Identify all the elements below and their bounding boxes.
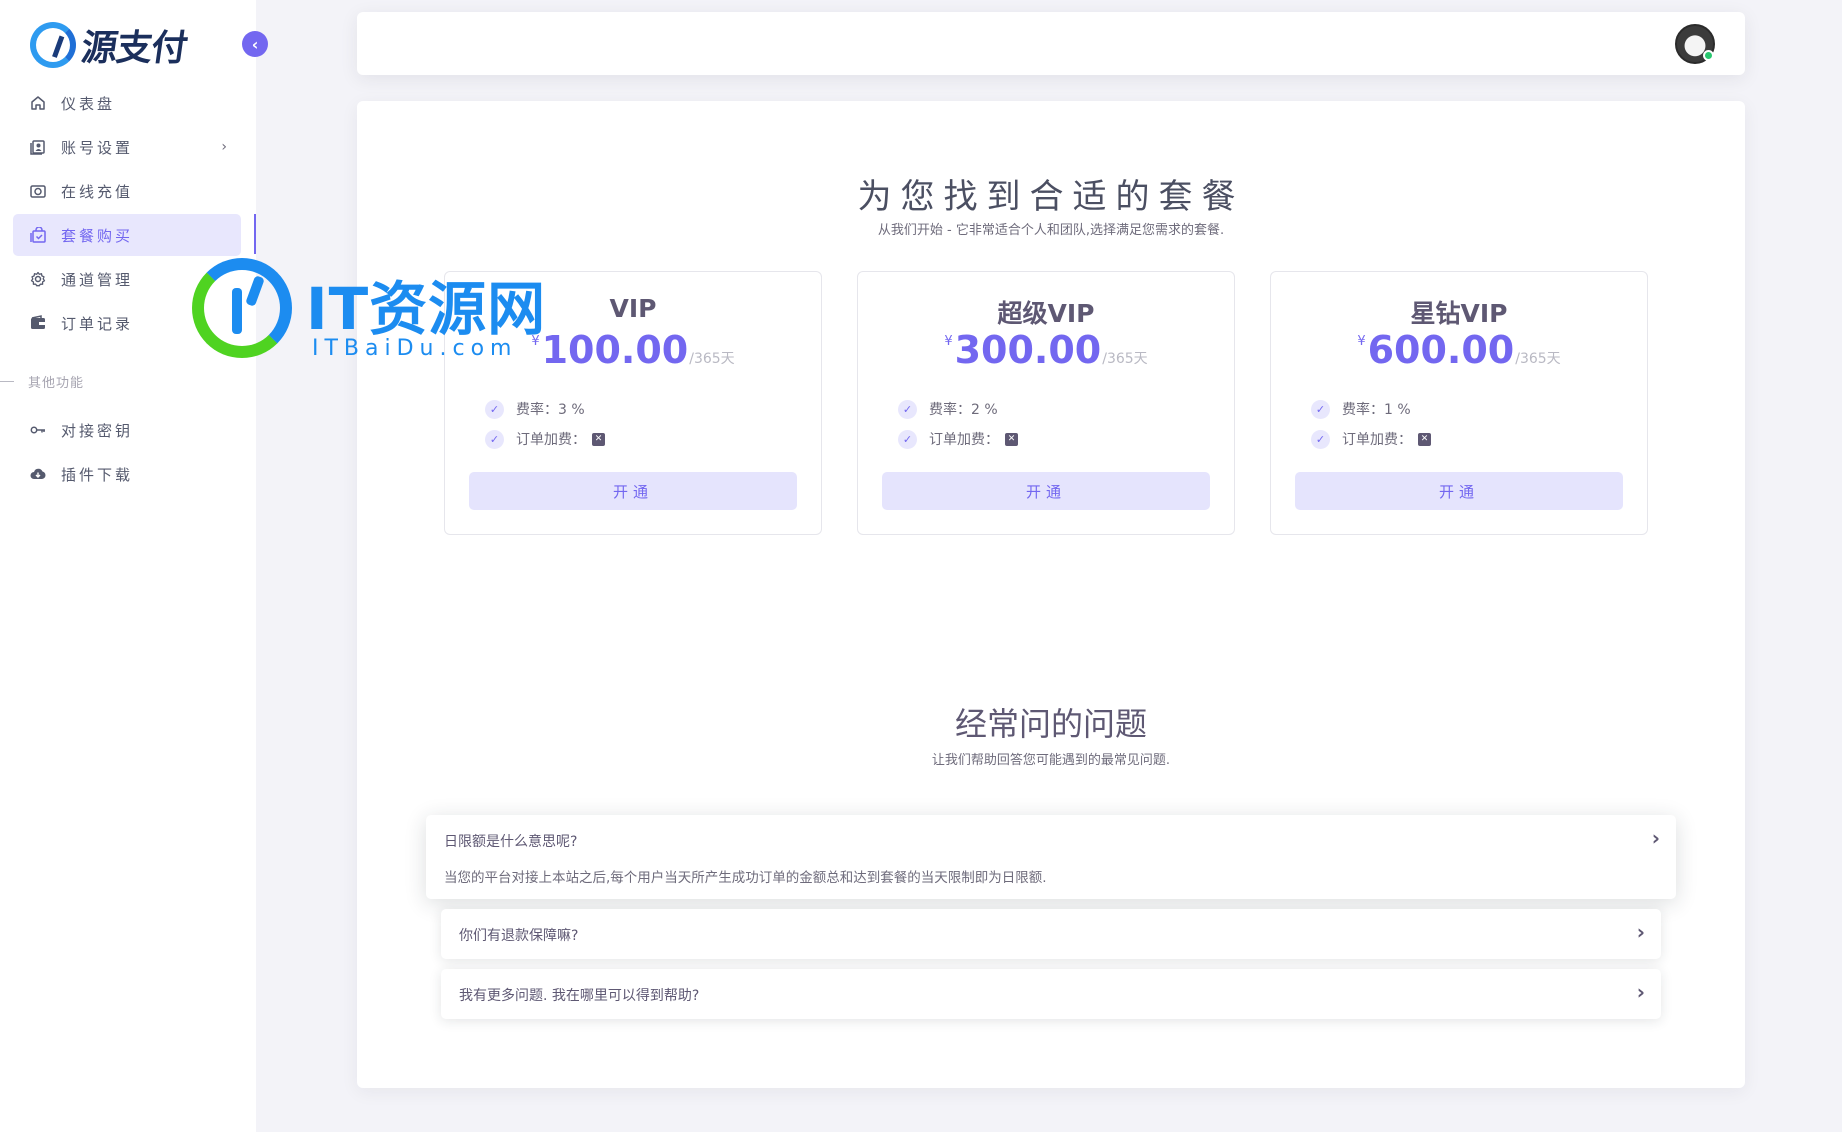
subscribe-button[interactable]: 开通 (469, 472, 797, 510)
brand-mark-icon (30, 22, 76, 68)
brand-name: 源支付 (78, 27, 190, 69)
sidebar-item-label: 仪表盘 (61, 94, 116, 113)
shopping-bag-icon (29, 226, 47, 244)
subscribe-button[interactable]: 开通 (882, 472, 1210, 510)
sidebar: 源支付 仪表盘 账号设置 › 在线充值 套餐购买 通道管理 订单记录 其他功能 … (0, 0, 256, 1132)
plan-price: ¥ 100.00 /365天 (445, 328, 821, 372)
chevron-right-icon: › (1636, 980, 1645, 1004)
sidebar-item-label: 对接密钥 (61, 421, 134, 440)
plan-card-vip: VIP ¥ 100.00 /365天 ✓ 费率：3 % ✓ 订单加费： ✕ 开通 (444, 271, 822, 535)
plan-card-super-vip: 超级VIP ¥ 300.00 /365天 ✓ 费率：2 % ✓ 订单加费： ✕ … (857, 271, 1235, 535)
faq-question: 你们有退款保障嘛? (459, 928, 579, 944)
gear-icon (29, 270, 47, 288)
plan-feature-order-fee: ✓ 订单加费： ✕ (898, 429, 1018, 449)
sidebar-nav: 仪表盘 账号设置 › 在线充值 套餐购买 通道管理 订单记录 (13, 82, 241, 346)
plan-feature-order-fee: ✓ 订单加费： ✕ (1311, 429, 1431, 449)
chevron-right-icon: › (1636, 920, 1645, 944)
plan-price: ¥ 600.00 /365天 (1271, 328, 1647, 372)
active-indicator (254, 214, 256, 254)
sidebar-item-label: 账号设置 (61, 138, 134, 157)
sidebar-item-label: 插件下载 (61, 465, 134, 484)
pricing-title: 为您找到合适的套餐 (857, 177, 1245, 217)
check-icon: ✓ (898, 399, 917, 419)
cloud-download-icon (29, 465, 47, 483)
x-box-icon: ✕ (1418, 432, 1431, 446)
price-currency: ¥ (1357, 334, 1366, 349)
top-navbar (357, 12, 1745, 75)
price-period: /365天 (1515, 351, 1561, 367)
check-icon: ✓ (485, 399, 504, 419)
faq-title: 经常问的问题 (954, 705, 1147, 743)
online-status-dot (1703, 50, 1714, 61)
plan-feature-rate: ✓ 费率：2 % (898, 399, 998, 419)
sidebar-item-order-records[interactable]: 订单记录 (13, 302, 241, 344)
check-icon: ✓ (485, 429, 504, 449)
price-period: /365天 (1102, 351, 1148, 367)
chevron-right-icon: › (1651, 826, 1660, 850)
feature-text: 订单加费： (516, 432, 586, 448)
price-value: 100.00 (541, 328, 689, 372)
check-icon: ✓ (898, 429, 917, 449)
sidebar-item-recharge[interactable]: 在线充值 (13, 170, 241, 212)
faq-question: 我有更多问题. 我在哪里可以得到帮助? (459, 988, 700, 1004)
chevron-right-icon: › (221, 139, 227, 155)
brand-logo[interactable]: 源支付 (30, 22, 190, 69)
sidebar-item-channel-management[interactable]: 通道管理 (13, 258, 241, 300)
faq-item-daily-limit[interactable]: 日限额是什么意思呢? › 当您的平台对接上本站之后,每个用户当天所产生成功订单的… (426, 815, 1676, 899)
check-icon: ✓ (1311, 429, 1330, 449)
check-icon: ✓ (1311, 399, 1330, 419)
sidebar-item-account-settings[interactable]: 账号设置 › (13, 126, 241, 168)
sidebar-item-label: 订单记录 (61, 314, 134, 333)
price-currency: ¥ (944, 334, 953, 349)
plan-name: 超级VIP (997, 299, 1095, 328)
sidebar-item-plugin-download[interactable]: 插件下载 (13, 453, 241, 495)
key-icon (29, 421, 47, 439)
sidebar-item-package-purchase[interactable]: 套餐购买 (13, 214, 241, 256)
sidebar-nav-other: 对接密钥 插件下载 (13, 409, 241, 497)
feature-text: 费率：1 % (1342, 402, 1411, 418)
sidebar-section-header: 其他功能 (0, 372, 200, 391)
sidebar-item-api-keys[interactable]: 对接密钥 (13, 409, 241, 451)
sidebar-item-label: 在线充值 (61, 182, 134, 201)
chevron-left-icon: ‹ (251, 34, 259, 54)
sidebar-section-label: 其他功能 (28, 376, 85, 391)
plan-feature-rate: ✓ 费率：1 % (1311, 399, 1411, 419)
faq-question: 日限额是什么意思呢? (444, 834, 578, 850)
wallet-icon (29, 314, 47, 332)
price-value: 300.00 (954, 328, 1102, 372)
home-icon (29, 94, 47, 112)
sidebar-item-label: 通道管理 (61, 270, 134, 289)
faq-item-refund[interactable]: 你们有退款保障嘛? › (441, 909, 1661, 959)
plan-card-diamond-vip: 星钻VIP ¥ 600.00 /365天 ✓ 费率：1 % ✓ 订单加费： ✕ … (1270, 271, 1648, 535)
plan-price: ¥ 300.00 /365天 (858, 328, 1234, 372)
user-avatar[interactable] (1675, 24, 1715, 64)
pricing-card: 为您找到合适的套餐 从我们开始 - 它非常适合个人和团队,选择满足您需求的套餐.… (357, 101, 1745, 1088)
feature-text: 订单加费： (1342, 432, 1412, 448)
pricing-subtitle: 从我们开始 - 它非常适合个人和团队,选择满足您需求的套餐. (877, 223, 1225, 238)
faq-subtitle: 让我们帮助回答您可能遇到的最常见问题. (931, 753, 1171, 768)
plan-name: 星钻VIP (1410, 299, 1508, 328)
subscribe-button[interactable]: 开通 (1295, 472, 1623, 510)
price-period: /365天 (689, 351, 735, 367)
sidebar-collapse-button[interactable]: ‹ (242, 31, 268, 57)
faq-item-more-help[interactable]: 我有更多问题. 我在哪里可以得到帮助? › (441, 969, 1661, 1019)
sidebar-item-label: 套餐购买 (61, 226, 134, 245)
price-currency: ¥ (531, 334, 540, 349)
sidebar-item-dashboard[interactable]: 仪表盘 (13, 82, 241, 124)
plan-name: VIP (609, 294, 657, 323)
x-box-icon: ✕ (1005, 432, 1018, 446)
feature-text: 订单加费： (929, 432, 999, 448)
camera-icon (29, 182, 47, 200)
x-box-icon: ✕ (592, 432, 605, 446)
feature-text: 费率：2 % (929, 402, 998, 418)
faq-answer: 当您的平台对接上本站之后,每个用户当天所产生成功订单的金额总和达到套餐的当天限制… (444, 870, 1047, 886)
price-value: 600.00 (1367, 328, 1515, 372)
plan-feature-rate: ✓ 费率：3 % (485, 399, 585, 419)
plan-feature-order-fee: ✓ 订单加费： ✕ (485, 429, 605, 449)
user-card-icon (29, 138, 47, 156)
feature-text: 费率：3 % (516, 402, 585, 418)
plan-list: VIP ¥ 100.00 /365天 ✓ 费率：3 % ✓ 订单加费： ✕ 开通… (444, 271, 1648, 535)
